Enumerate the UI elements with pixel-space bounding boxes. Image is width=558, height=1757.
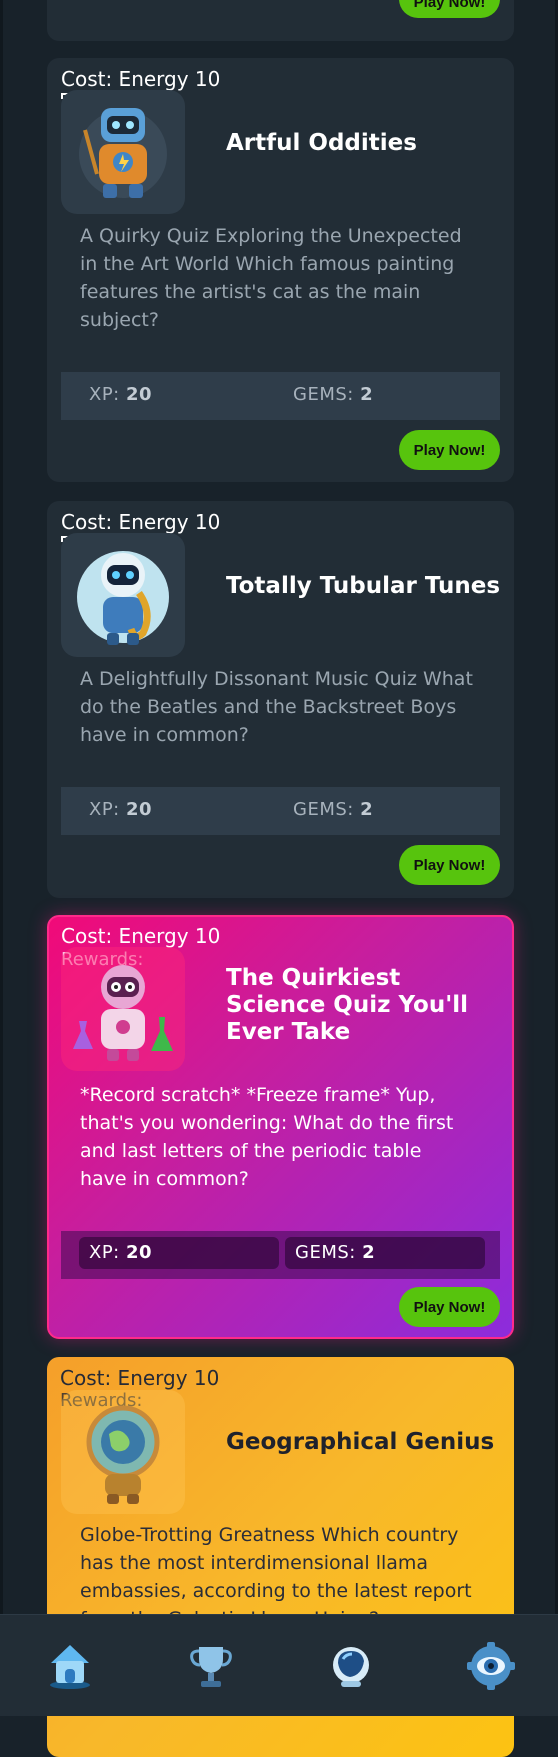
- rewards-bar: XP: 20 GEMS: 2: [61, 787, 500, 835]
- quiz-title: Geographical Genius: [226, 1429, 495, 1455]
- gems-reward: GEMS: 2: [293, 384, 374, 405]
- xp-reward: XP: 20: [89, 384, 153, 405]
- robot-painter-icon: [61, 90, 185, 214]
- play-now-button[interactable]: Play Now!: [399, 430, 500, 470]
- rewards-bar: XP: 20 GEMS: 2: [61, 1231, 500, 1279]
- energy-cost: Cost: Energy 10: [61, 510, 221, 534]
- robot-scientist-icon: [61, 947, 185, 1071]
- robot-globe-icon: [61, 1390, 185, 1514]
- quiz-card-partial: Play Now!: [47, 0, 514, 41]
- home-icon[interactable]: [45, 1641, 95, 1691]
- quiz-description: A Quirky Quiz Exploring the Unexpected i…: [80, 225, 462, 331]
- quiz-title: Artful Oddities: [226, 130, 417, 156]
- play-now-button[interactable]: Play Now!: [399, 845, 500, 885]
- energy-cost: Cost: Energy 10: [61, 67, 221, 91]
- quiz-card-science: Cost: Energy 10 Rewards: The Quirkiest S…: [47, 915, 514, 1339]
- quiz-description: *Record scratch* *Freeze frame* Yup, tha…: [80, 1084, 454, 1190]
- trophy-icon[interactable]: [186, 1641, 236, 1691]
- gear-eye-icon[interactable]: [466, 1641, 516, 1691]
- bottom-nav-bar: [0, 1614, 558, 1716]
- energy-cost: Cost: Energy 10: [61, 924, 221, 948]
- quiz-title: The Quirkiest Science Quiz You'll Ever T…: [226, 965, 469, 1045]
- quiz-card-music: Cost: Energy 10 Totally Tubular Tunes A …: [47, 501, 514, 898]
- gems-reward: GEMS: 2: [293, 799, 374, 820]
- frame-edge-left: [0, 0, 3, 1716]
- play-now-button[interactable]: Play Now!: [399, 0, 500, 18]
- play-now-button[interactable]: Play Now!: [399, 1287, 500, 1327]
- quiz-title: Totally Tubular Tunes: [226, 573, 501, 599]
- quiz-card-art: Cost: Energy 10 Artful Oddities A Quirky…: [47, 58, 514, 482]
- rewards-bar: XP: 20 GEMS: 2: [61, 372, 500, 420]
- xp-reward: XP: 20: [89, 799, 153, 820]
- robot-saxophone-icon: [61, 533, 185, 657]
- quiz-description: A Delightfully Dissonant Music Quiz What…: [80, 668, 473, 746]
- energy-cost: Cost: Energy 10: [60, 1366, 220, 1390]
- gems-reward: GEMS: 2: [285, 1237, 485, 1269]
- xp-reward: XP: 20: [79, 1237, 279, 1269]
- astronaut-helmet-icon[interactable]: [326, 1641, 376, 1691]
